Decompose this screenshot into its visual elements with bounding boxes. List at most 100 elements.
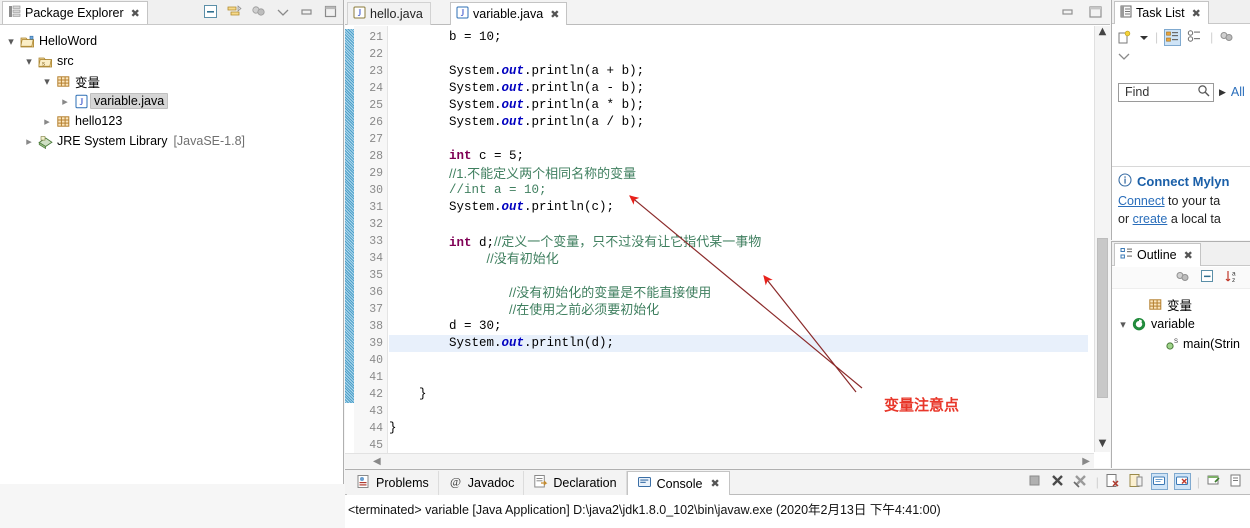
tab-task-list[interactable]: Task List ✖ xyxy=(1114,1,1209,24)
search-input[interactable]: Find xyxy=(1118,82,1214,102)
filter-expand-icon[interactable]: ▶ xyxy=(1219,87,1226,98)
code-line-36[interactable]: //没有初始化的变量是不能直接使用 xyxy=(389,284,1088,301)
scroll-lock-icon[interactable] xyxy=(1128,473,1145,490)
tree-item-jre-system-library[interactable]: JRE System Library [JavaSE-1.8] xyxy=(0,131,343,151)
tree-item-src[interactable]: s src xyxy=(0,51,343,71)
terminate-icon[interactable] xyxy=(1027,473,1044,490)
tab-javadoc[interactable]: @ Javadoc xyxy=(438,471,525,495)
code-line-39[interactable]: System.out.println(d); xyxy=(389,335,1088,352)
collapse-all-icon[interactable] xyxy=(1200,269,1217,286)
scheduled-presentation-icon[interactable] xyxy=(1187,29,1204,46)
tree-item-[interactable]: 变量 xyxy=(0,71,343,91)
sort-alphabetically-icon[interactable]: az xyxy=(1225,269,1242,286)
code-line-33[interactable]: int d;//定义一个变量，只不过没有让它指代某一事物 xyxy=(389,233,1088,250)
chevron-down-icon[interactable] xyxy=(40,75,54,88)
code-line-31[interactable]: System.out.println(c); xyxy=(389,199,1088,216)
focus-on-workweek-icon[interactable] xyxy=(1219,29,1236,46)
create-link[interactable]: create xyxy=(1133,212,1168,226)
chevron-down-icon[interactable] xyxy=(1116,318,1130,331)
scroll-right-icon[interactable]: ▶ xyxy=(1082,454,1090,469)
outline-tree[interactable]: 变量 variable Smain(Strin xyxy=(1112,292,1250,468)
tree-item-label-wrap: src xyxy=(54,54,77,68)
chevron-down-icon[interactable] xyxy=(4,35,18,48)
scroll-down-icon[interactable]: ▼ xyxy=(1095,438,1110,452)
tab-package-explorer[interactable]: Package Explorer ✖ xyxy=(2,1,148,24)
code-line-21[interactable]: b = 10; xyxy=(389,29,1088,46)
code-line-22[interactable] xyxy=(389,46,1088,63)
change-indicator-bar xyxy=(345,29,354,403)
collapse-all-icon[interactable] xyxy=(202,3,219,20)
connect-link[interactable]: Connect xyxy=(1118,194,1165,208)
tree-item-helloword[interactable]: HelloWord xyxy=(0,31,343,51)
editor-vertical-scrollbar[interactable]: ▲ ▼ xyxy=(1094,26,1110,452)
display-selected-console-icon[interactable] xyxy=(1229,473,1246,490)
tree-item-hello123[interactable]: hello123 xyxy=(0,111,343,131)
show-console-on-error-icon[interactable] xyxy=(1173,473,1191,490)
code-line-24[interactable]: System.out.println(a - b); xyxy=(389,80,1088,97)
scrollbar-thumb[interactable] xyxy=(1097,238,1108,398)
close-icon[interactable]: ✖ xyxy=(710,477,719,490)
remove-launch-icon[interactable] xyxy=(1050,473,1067,490)
scroll-left-icon[interactable]: ◀ xyxy=(373,454,381,469)
tree-item-variable-java[interactable]: Jvariable.java xyxy=(0,91,343,111)
package-icon xyxy=(1146,297,1164,312)
code-line-44[interactable]: } xyxy=(389,420,1088,437)
view-menu-icon[interactable] xyxy=(250,3,267,20)
view-menu-icon[interactable] xyxy=(1116,49,1133,66)
search-icon[interactable] xyxy=(1197,84,1210,100)
code-line-37[interactable]: //在使用之前必须要初始化 xyxy=(389,301,1088,318)
tab-hello-java[interactable]: J hello.java xyxy=(347,2,431,25)
outline-item-[interactable]: 变量 xyxy=(1112,294,1250,314)
maximize-icon[interactable] xyxy=(1087,5,1104,22)
chevron-down-icon[interactable] xyxy=(274,3,291,20)
categorized-presentation-icon[interactable] xyxy=(1164,28,1182,46)
code-line-27[interactable] xyxy=(389,131,1088,148)
tab-declaration[interactable]: Declaration xyxy=(524,471,627,495)
code-line-34[interactable]: //没有初始化 xyxy=(389,250,1088,267)
link-with-editor-icon[interactable] xyxy=(226,3,243,20)
code-line-25[interactable]: System.out.println(a * b); xyxy=(389,97,1088,114)
close-icon[interactable]: ✖ xyxy=(1192,7,1201,20)
code-line-43[interactable] xyxy=(389,403,1088,420)
show-console-on-output-icon[interactable] xyxy=(1150,473,1168,490)
chevron-right-icon[interactable] xyxy=(40,115,54,128)
scroll-up-icon[interactable]: ▲ xyxy=(1095,26,1110,40)
tab-outline[interactable]: Outline ✖ xyxy=(1114,243,1201,266)
code-line-23[interactable]: System.out.println(a + b); xyxy=(389,63,1088,80)
filter-all-label[interactable]: All xyxy=(1231,85,1245,99)
editor-horizontal-scrollbar[interactable]: ◀ ▶ xyxy=(345,453,1094,468)
close-icon[interactable]: ✖ xyxy=(131,7,140,20)
maximize-icon[interactable] xyxy=(322,3,339,20)
restore-icon[interactable] xyxy=(1060,5,1077,22)
chevron-down-icon[interactable] xyxy=(22,55,36,68)
minimize-icon[interactable] xyxy=(298,3,315,20)
close-icon[interactable]: ✖ xyxy=(550,8,559,21)
tab-problems[interactable]: Problems xyxy=(347,471,439,495)
code-line-28[interactable]: int c = 5; xyxy=(389,148,1088,165)
outline-item-variable[interactable]: variable xyxy=(1112,314,1250,334)
code-line-26[interactable]: System.out.println(a / b); xyxy=(389,114,1088,131)
code-line-41[interactable] xyxy=(389,369,1088,386)
code-line-32[interactable] xyxy=(389,216,1088,233)
chevron-right-icon[interactable] xyxy=(58,95,72,108)
tab-variable-java[interactable]: J variable.java ✖ xyxy=(450,2,568,25)
pin-console-icon[interactable] xyxy=(1206,473,1223,490)
code-line-40[interactable] xyxy=(389,352,1088,369)
tab-console[interactable]: Console ✖ xyxy=(626,471,730,495)
outline-item-main-strin[interactable]: Smain(Strin xyxy=(1112,334,1250,354)
new-task-icon[interactable] xyxy=(1116,29,1133,46)
close-icon[interactable]: ✖ xyxy=(1184,249,1193,262)
remove-all-terminated-icon[interactable] xyxy=(1073,473,1090,490)
chevron-down-icon[interactable] xyxy=(1139,29,1149,46)
code-line-35[interactable] xyxy=(389,267,1088,284)
code-line-29[interactable]: //1.不能定义两个相同名称的变量 xyxy=(389,165,1088,182)
chevron-right-icon[interactable] xyxy=(22,135,36,148)
code-line-42[interactable]: } xyxy=(389,386,1088,403)
focus-mode-icon[interactable] xyxy=(1175,269,1192,286)
clear-console-icon[interactable] xyxy=(1105,473,1122,490)
code-line-38[interactable]: d = 30; xyxy=(389,318,1088,335)
code-line-45[interactable] xyxy=(389,437,1088,454)
code-text[interactable]: b = 10; System.out.println(a + b); Syste… xyxy=(389,26,1088,468)
package-explorer-tree[interactable]: HelloWordssrc变量Jvariable.javahello123JRE… xyxy=(0,26,343,484)
code-line-30[interactable]: //int a = 10; xyxy=(389,182,1088,199)
